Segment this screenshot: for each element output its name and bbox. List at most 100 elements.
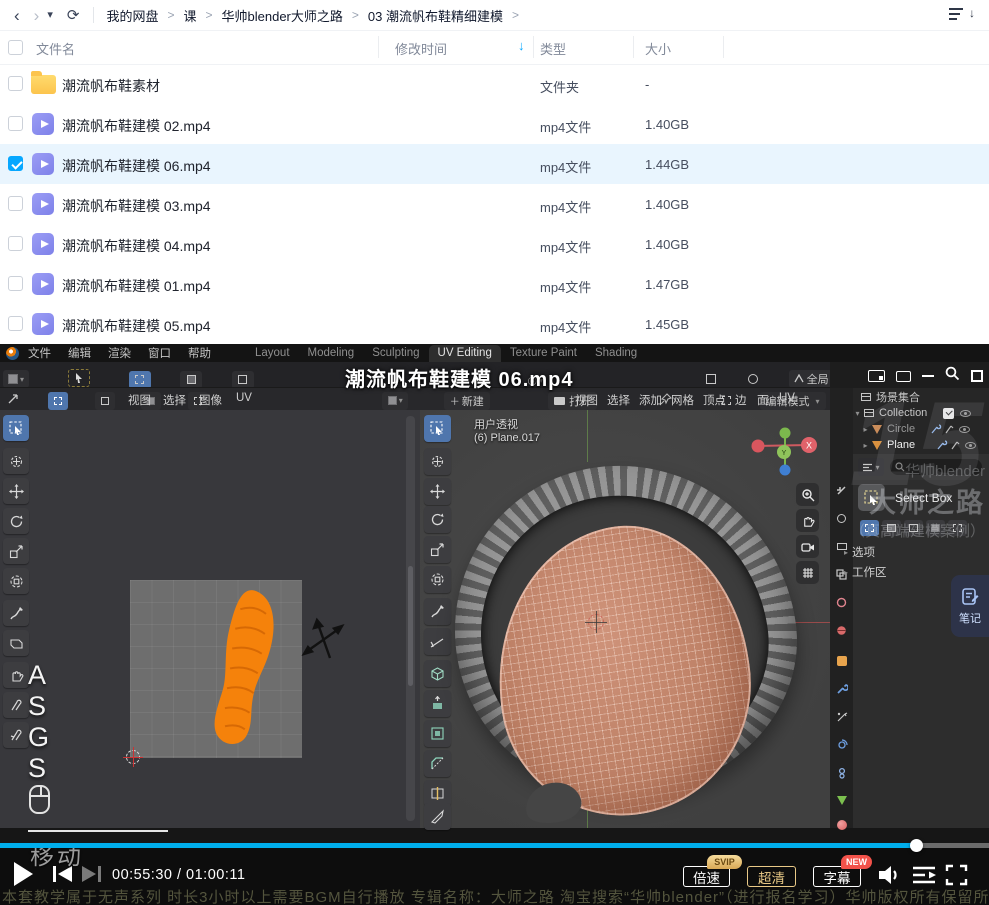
pan-hand-icon[interactable] (796, 509, 819, 532)
row-checkbox[interactable] (8, 276, 23, 291)
vp-menu-view[interactable]: 视图 (575, 392, 598, 408)
breadcrumb-item-root[interactable]: 我的网盘 (106, 6, 158, 25)
uv-image-space[interactable] (130, 580, 302, 758)
collapse-icon[interactable]: ▸ (861, 441, 870, 450)
uv-menu-image[interactable]: 图像 (199, 392, 222, 408)
uv-sticky-mode-icon[interactable] (4, 390, 22, 408)
visibility-eye-icon[interactable] (960, 410, 971, 417)
subtitle-button[interactable]: 字幕 (813, 866, 861, 887)
tab-particles-icon[interactable] (835, 710, 848, 723)
uv-tool-relax[interactable] (3, 692, 29, 718)
breadcrumb-item-current[interactable]: 03 潮流帆布鞋精细建模 (368, 6, 503, 25)
uv-menu-uv[interactable]: UV (236, 392, 252, 404)
vp-tool-move[interactable] (424, 478, 451, 505)
file-name[interactable]: 潮流帆布鞋建模 03.mp4 (62, 196, 211, 216)
uv-edge-mode-icon[interactable] (95, 392, 115, 410)
vp-tool-bevel[interactable] (424, 750, 451, 777)
vp-tool-measure[interactable] (424, 628, 451, 655)
uv-tool-rotate[interactable] (3, 508, 29, 534)
viewport-3d[interactable]: 用户透视 (6) Plane.017 (420, 410, 830, 828)
object-name[interactable]: Circle (887, 423, 915, 435)
menu-edit[interactable]: 编辑 (68, 345, 91, 361)
forward-icon[interactable]: › (34, 7, 40, 24)
tab-scene-icon[interactable] (835, 596, 848, 609)
collection-checkbox[interactable] (943, 408, 954, 419)
outliner-scene-row[interactable]: 场景集合 (853, 389, 989, 405)
tab-material-icon[interactable] (835, 818, 848, 831)
tab-render-icon[interactable] (835, 512, 848, 525)
menu-window[interactable]: 窗口 (148, 345, 171, 361)
vp-menu-edge[interactable]: 边 (735, 392, 747, 408)
vp-menu-select[interactable]: 选择 (607, 392, 630, 408)
select-mode-intersect[interactable] (948, 520, 967, 536)
file-row[interactable]: 潮流帆布鞋建模 03.mp4 mp4文件 1.40GB (0, 184, 989, 224)
vp-tool-annotate[interactable] (424, 598, 451, 625)
tab-uv-editing[interactable]: UV Editing (429, 345, 501, 362)
tab-layout[interactable]: Layout (246, 345, 299, 362)
miniplayer-icon[interactable] (868, 370, 885, 382)
camera-view-icon[interactable] (796, 535, 819, 558)
uv-tool-grab-hand[interactable] (3, 662, 29, 688)
vp-menu-face[interactable]: 面 (757, 392, 769, 408)
breadcrumb-item-2[interactable]: 华帅blender大师之路 (222, 6, 343, 25)
zoom-view-icon[interactable] (796, 483, 819, 506)
fullscreen-icon[interactable] (945, 864, 968, 886)
tab-sculpting[interactable]: Sculpting (363, 345, 428, 362)
file-row[interactable]: 潮流帆布鞋建模 04.mp4 mp4文件 1.40GB (0, 224, 989, 264)
uv-tool-scale[interactable] (3, 538, 29, 564)
expand-icon[interactable]: ▾ (853, 409, 862, 418)
properties-search[interactable] (890, 459, 982, 475)
object-name-active[interactable]: Plane (887, 439, 915, 451)
file-name[interactable]: 潮流帆布鞋建模 04.mp4 (62, 236, 211, 256)
column-name[interactable]: 文件名 (36, 39, 75, 58)
ortho-grid-icon[interactable] (796, 561, 819, 584)
editor-type-icon[interactable]: ▾ (3, 370, 29, 388)
active-tool-icon[interactable] (68, 369, 90, 387)
viewport-gizmo-icon[interactable] (702, 370, 720, 388)
file-name[interactable]: 潮流帆布鞋建模 02.mp4 (62, 116, 211, 136)
back-icon[interactable]: ‹ (14, 7, 20, 24)
column-type[interactable]: 类型 (540, 39, 566, 58)
vp-tool-extrude[interactable] (424, 690, 451, 717)
zoom-icon[interactable] (945, 366, 960, 386)
speed-button[interactable]: 倍速 (683, 866, 730, 887)
uv-menu-view[interactable]: 视图 (128, 392, 151, 408)
vp-tool-select-box[interactable] (424, 415, 451, 442)
visibility-eye-icon[interactable] (959, 426, 970, 433)
row-checkbox[interactable] (8, 236, 23, 251)
vp-tool-cursor[interactable] (424, 448, 451, 475)
progress-bar[interactable] (0, 843, 989, 848)
notes-button[interactable]: 笔记 (951, 575, 989, 637)
select-mode-extend[interactable] (882, 520, 901, 536)
file-row[interactable]: 潮流帆布鞋建模 02.mp4 mp4文件 1.40GB (0, 104, 989, 144)
uv-tool-rip-region[interactable] (3, 630, 29, 656)
tab-tool-icon[interactable] (835, 484, 848, 497)
vp-menu-uv[interactable]: UV (779, 392, 795, 404)
select-mode-new[interactable] (860, 520, 879, 536)
column-modified[interactable]: 修改时间 (395, 39, 447, 58)
select-mode-subtract[interactable] (904, 520, 923, 536)
uv-select-mode-icon[interactable] (232, 371, 254, 389)
sort-desc-arrow-icon[interactable]: ↓ (518, 38, 525, 53)
vp-tool-transform[interactable] (424, 566, 451, 593)
column-size[interactable]: 大小 (645, 39, 671, 58)
vp-menu-add[interactable]: 添加 (639, 392, 662, 408)
vp-tool-knife[interactable] (424, 803, 451, 830)
minimize-icon[interactable] (922, 375, 934, 377)
uv-select-mode-icon[interactable] (180, 371, 202, 389)
menu-file[interactable]: 文件 (28, 345, 51, 361)
vp-tool-scale[interactable] (424, 536, 451, 563)
file-row[interactable]: 潮流帆布鞋素材 文件夹 - (0, 64, 989, 104)
menu-render[interactable]: 渲染 (108, 345, 131, 361)
row-checkbox[interactable] (8, 76, 23, 91)
visibility-eye-icon[interactable] (965, 442, 976, 449)
tab-physics-icon[interactable] (835, 738, 848, 751)
playlist-icon[interactable] (911, 865, 937, 885)
uv-tool-transform[interactable] (3, 568, 29, 594)
file-row[interactable]: 潮流帆布鞋建模 01.mp4 mp4文件 1.47GB (0, 264, 989, 304)
uv-editor[interactable]: A S G S (0, 410, 420, 828)
workspace-section[interactable]: ▸ 工作区 (844, 564, 887, 580)
file-name[interactable]: 潮流帆布鞋素材 (62, 76, 160, 96)
uv-vertex-mode-icon[interactable] (48, 392, 68, 410)
uv-tool-select-box[interactable] (3, 415, 29, 441)
